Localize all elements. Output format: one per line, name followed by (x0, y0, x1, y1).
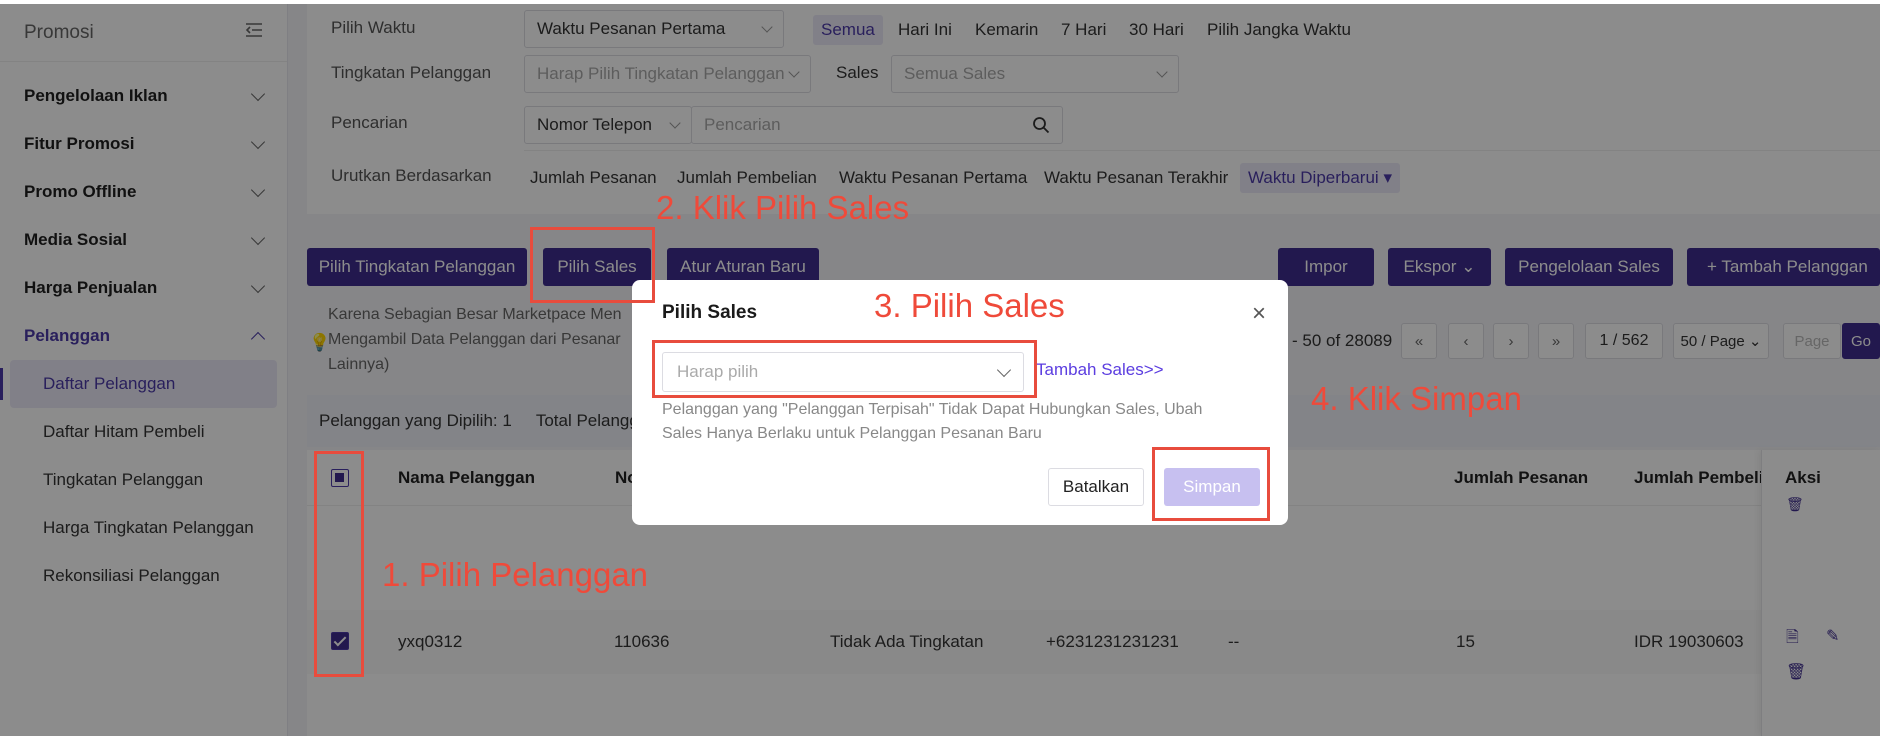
dialog-title: Pilih Sales (662, 302, 758, 323)
annotation-box-pick-sales-button (530, 227, 655, 303)
top-strip (0, 0, 1880, 4)
annotation-box-sales-select (652, 340, 1037, 398)
annotation-step-2: 2. Klik Pilih Sales (656, 189, 910, 226)
annotation-box-select-customer (314, 451, 364, 677)
annotation-step-3: 3. Pilih Sales (874, 287, 1065, 324)
annotation-step-4: 4. Klik Simpan (1311, 380, 1522, 417)
cancel-button[interactable]: Batalkan (1048, 468, 1144, 506)
add-sales-link[interactable]: Tambah Sales>> (1036, 360, 1164, 380)
annotation-step-1: 1. Pilih Pelanggan (382, 556, 649, 593)
dialog-note: Pelanggan yang "Pelanggan Terpisah" Tida… (662, 401, 1203, 442)
annotation-box-save (1152, 447, 1270, 521)
close-icon[interactable]: × (1252, 300, 1266, 328)
